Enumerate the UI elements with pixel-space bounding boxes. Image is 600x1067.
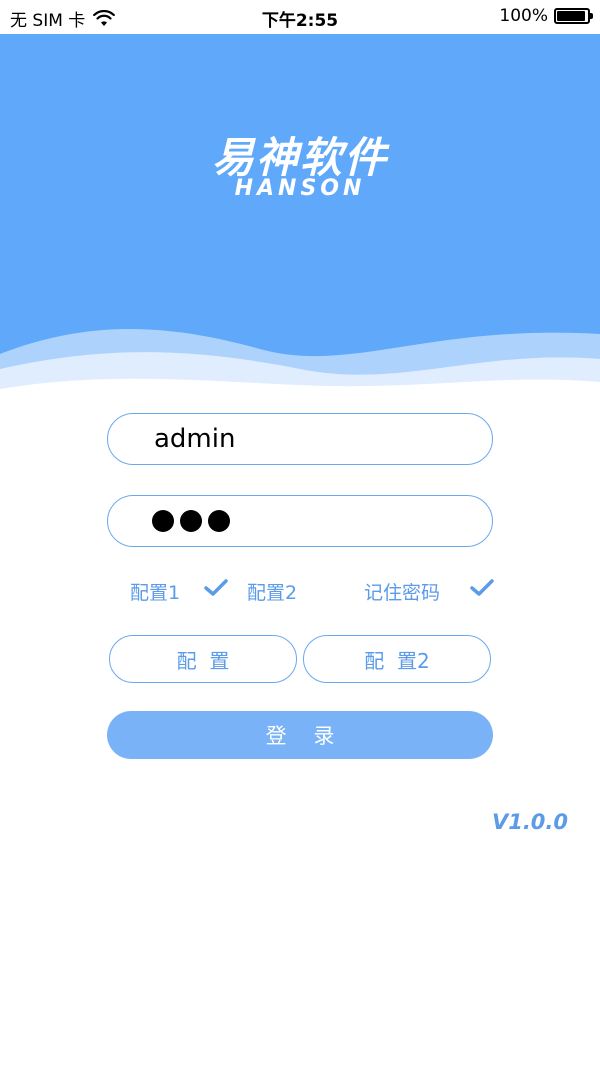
battery-percent: 100% bbox=[499, 6, 548, 26]
config2-option-label[interactable]: 配置2 bbox=[247, 578, 297, 605]
config1-option-label[interactable]: 配置1 bbox=[130, 578, 180, 605]
status-bar: 无 SIM 卡 下午2:55 100% bbox=[0, 0, 600, 34]
password-field-container[interactable] bbox=[107, 495, 493, 547]
password-dot bbox=[208, 510, 230, 532]
config-button[interactable]: 配 置 bbox=[109, 635, 297, 683]
battery-icon bbox=[554, 8, 593, 24]
remember-password-label[interactable]: 记住密码 bbox=[364, 578, 440, 605]
password-dot bbox=[152, 510, 174, 532]
battery-fill bbox=[557, 11, 585, 21]
config2-button[interactable]: 配 置2 bbox=[303, 635, 491, 683]
config1-check-icon[interactable] bbox=[204, 578, 228, 598]
password-input[interactable] bbox=[152, 510, 230, 532]
wave-decoration bbox=[0, 329, 600, 424]
logo-english: HANSON bbox=[234, 176, 366, 201]
remember-password-check-icon[interactable] bbox=[470, 578, 494, 598]
username-input[interactable] bbox=[152, 423, 456, 455]
password-dot bbox=[180, 510, 202, 532]
username-field-container[interactable] bbox=[107, 413, 493, 465]
login-button[interactable]: 登 录 bbox=[107, 711, 493, 759]
header-banner: 易神软件 HANSON bbox=[0, 34, 600, 424]
status-right: 100% bbox=[499, 6, 593, 26]
version-label: V1.0.0 bbox=[491, 810, 568, 834]
